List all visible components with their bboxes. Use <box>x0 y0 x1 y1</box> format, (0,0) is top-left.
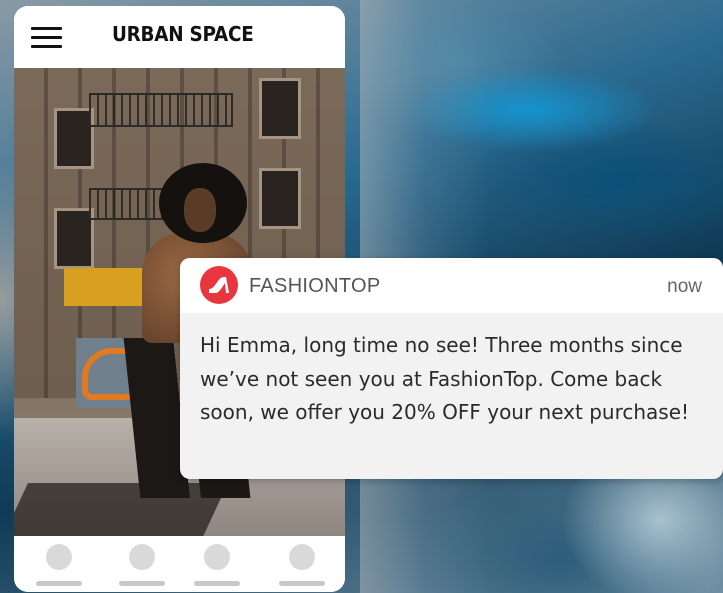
notification-app-name: FASHIONTOP <box>249 275 381 297</box>
building-window <box>54 208 94 269</box>
nav-circle-icon <box>129 544 155 570</box>
building-window <box>54 108 94 169</box>
nav-label-placeholder <box>36 581 82 586</box>
hamburger-menu-icon[interactable] <box>31 27 62 49</box>
notification-header: FASHIONTOP now <box>180 258 723 313</box>
nav-label-placeholder <box>119 581 165 586</box>
nav-item-4[interactable] <box>279 544 325 586</box>
nav-circle-icon <box>204 544 230 570</box>
nav-circle-icon <box>46 544 72 570</box>
nav-label-placeholder <box>194 581 240 586</box>
nav-item-1[interactable] <box>36 544 82 586</box>
nav-item-2[interactable] <box>119 544 165 586</box>
high-heel-shoe-icon <box>200 266 238 304</box>
person-face <box>184 188 216 232</box>
brand-logo: URBAN SPACE <box>112 22 254 46</box>
fire-escape <box>89 93 233 127</box>
nav-label-placeholder <box>279 581 325 586</box>
bottom-navigation <box>14 536 345 592</box>
building-window <box>259 168 301 229</box>
notification-timestamp: now <box>667 276 702 297</box>
nav-item-3[interactable] <box>194 544 240 586</box>
nav-circle-icon <box>289 544 315 570</box>
app-header: URBAN SPACE <box>14 6 345 68</box>
notification-message: Hi Emma, long time no see! Three months … <box>200 333 690 424</box>
push-notification[interactable]: FASHIONTOP now Hi Emma, long time no see… <box>180 258 723 479</box>
building-window <box>259 78 301 139</box>
